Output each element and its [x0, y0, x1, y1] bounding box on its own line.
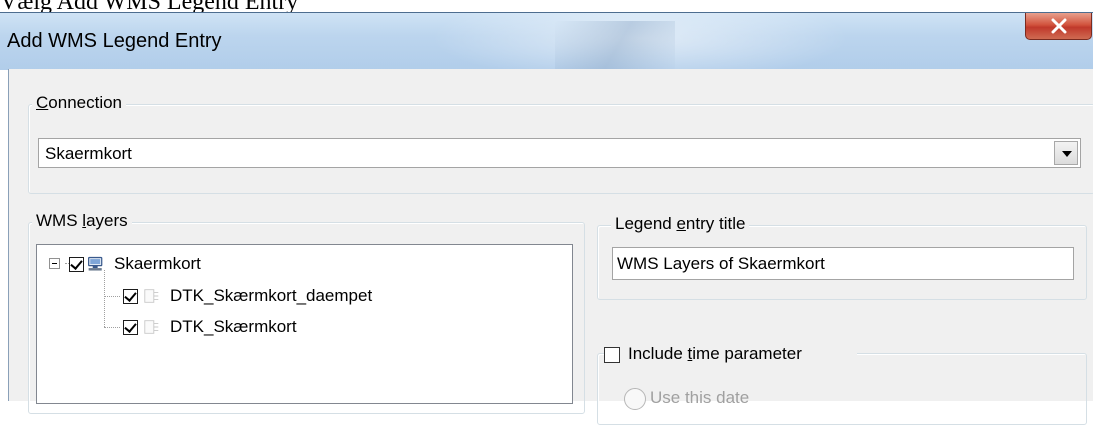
server-icon [88, 256, 103, 271]
tree-node-label: DTK_Skærmkort_daempet [170, 286, 373, 305]
wms-layers-legend: WMS layers [32, 211, 132, 231]
include-time-parameter-label: Include time parameter [628, 344, 802, 363]
tree-node-label: Skaermkort [114, 254, 201, 273]
tree-node-dtk-skaermkort[interactable]: DTK_Skærmkort [37, 316, 437, 338]
layer-icon [144, 320, 159, 334]
wms-layers-tree[interactable]: Skaermkort DTK_Skærmkort_daempet DTK_Skæ… [36, 244, 573, 404]
layer-checkbox[interactable] [123, 320, 138, 335]
legend-entry-title-input[interactable]: WMS Layers of Skaermkort [612, 247, 1074, 280]
include-time-parameter-checkbox[interactable]: Include time parameter [604, 344, 857, 364]
close-icon [1051, 18, 1067, 34]
connection-selected-value: Skaermkort [45, 144, 132, 163]
connection-legend: Connection [32, 93, 127, 113]
chevron-down-icon[interactable] [1054, 141, 1078, 165]
connection-dropdown[interactable]: Skaermkort [38, 138, 1081, 168]
tree-node-dtk-skaermkort-daempet[interactable]: DTK_Skærmkort_daempet [37, 285, 437, 307]
close-button[interactable] [1025, 13, 1092, 40]
dialog-title: Add WMS Legend Entry [7, 30, 222, 52]
checkbox-box[interactable] [604, 347, 620, 363]
layer-icon [144, 289, 159, 303]
legend-entry-title-value: WMS Layers of Skaermkort [617, 254, 825, 273]
use-date-radio[interactable] [624, 388, 646, 410]
root-layer-checkbox[interactable] [69, 257, 84, 272]
tree-node-label: DTK_Skærmkort [170, 317, 297, 336]
layer-checkbox[interactable] [123, 289, 138, 304]
use-date-label: Use this date [650, 388, 750, 407]
tree-node-skaermkort[interactable]: Skaermkort [37, 253, 437, 275]
legend-entry-title-legend: Legend entry title [611, 214, 750, 234]
collapse-icon[interactable] [49, 258, 60, 269]
title-bar[interactable]: Add WMS Legend Entry [0, 12, 1093, 70]
